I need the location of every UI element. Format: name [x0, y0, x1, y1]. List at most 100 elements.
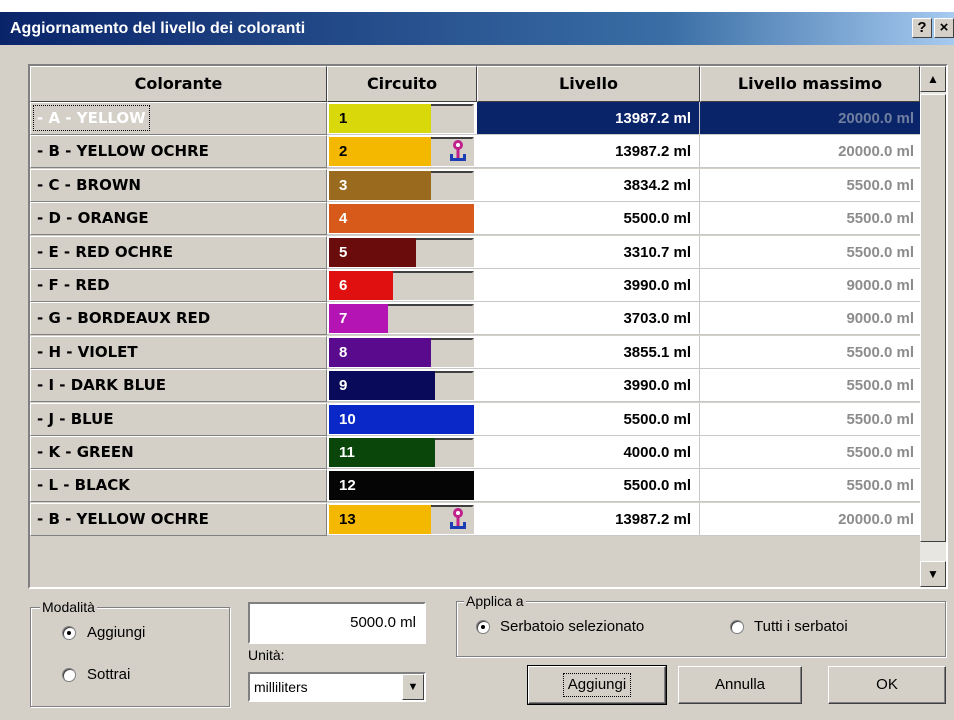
level-cell[interactable]: 5500.0 ml — [477, 469, 700, 503]
unita-select[interactable]: milliliters ▼ — [248, 672, 426, 702]
circuit-cell[interactable]: 8 — [327, 335, 477, 369]
amount-input[interactable]: 5000.0 ml — [248, 602, 426, 644]
max-level-cell: 20000.0 ml — [700, 502, 920, 536]
max-level-cell: 5500.0 ml — [700, 168, 920, 202]
colorant-name-cell[interactable]: - L - BLACK — [30, 469, 327, 503]
colorant-name-cell[interactable]: - B - YELLOW OCHRE — [30, 135, 327, 169]
radio-tutti-serbatoi-label[interactable]: Tutti i serbatoi — [754, 618, 848, 636]
pump-icon — [450, 507, 466, 529]
colorant-name-cell[interactable]: - A - YELLOW — [30, 102, 327, 135]
table-row[interactable]: - L - BLACK 12 5500.0 ml 5500.0 ml — [30, 469, 920, 503]
circuit-cell[interactable]: 7 — [327, 302, 477, 336]
colorant-name-cell[interactable]: - B - YELLOW OCHRE — [30, 502, 327, 536]
colorant-name-cell[interactable]: - G - BORDEAUX RED — [30, 302, 327, 336]
column-header-livello[interactable]: Livello — [477, 66, 700, 102]
colorant-name-cell[interactable]: - D - ORANGE — [30, 202, 327, 236]
help-button[interactable]: ? — [912, 18, 932, 38]
max-level-cell: 5500.0 ml — [700, 335, 920, 369]
unita-select-value: milliliters — [254, 679, 308, 695]
table-row[interactable]: - C - BROWN 3 3834.2 ml 5500.0 ml — [30, 168, 920, 202]
max-level-cell: 5500.0 ml — [700, 436, 920, 469]
colorant-name: - G - BORDEAUX RED — [37, 309, 211, 328]
close-button[interactable]: × — [934, 18, 954, 38]
max-level-cell: 9000.0 ml — [700, 302, 920, 336]
circuit-cell[interactable]: 11 — [327, 436, 477, 469]
level-cell[interactable]: 5500.0 ml — [477, 202, 700, 236]
colorant-name-cell[interactable]: - F - RED — [30, 269, 327, 302]
colorant-name: - D - ORANGE — [37, 209, 149, 228]
table-row[interactable]: - A - YELLOW 1 13987.2 ml 20000.0 ml — [30, 102, 920, 135]
max-level-cell: 5500.0 ml — [700, 469, 920, 503]
table-row[interactable]: - E - RED OCHRE 5 3310.7 ml 5500.0 ml — [30, 235, 920, 269]
colorant-name: - C - BROWN — [37, 175, 141, 194]
colorant-name-cell[interactable]: - C - BROWN — [30, 168, 327, 202]
level-cell[interactable]: 13987.2 ml — [477, 502, 700, 536]
level-cell[interactable]: 4000.0 ml — [477, 436, 700, 469]
colorant-name-cell[interactable]: - I - DARK BLUE — [30, 369, 327, 403]
circuit-cell[interactable]: 1 — [327, 102, 477, 135]
level-cell[interactable]: 3855.1 ml — [477, 335, 700, 369]
level-cell[interactable]: 3703.0 ml — [477, 302, 700, 336]
colorant-name-cell[interactable]: - K - GREEN — [30, 436, 327, 469]
level-cell[interactable]: 13987.2 ml — [477, 135, 700, 169]
circuit-cell[interactable]: 2 — [327, 135, 477, 169]
table-row[interactable]: - K - GREEN 11 4000.0 ml 5500.0 ml — [30, 436, 920, 469]
table-row[interactable]: - D - ORANGE 4 5500.0 ml 5500.0 ml — [30, 202, 920, 236]
table-row[interactable]: - B - YELLOW OCHRE 13 13987.2 ml 20000.0 ml — [30, 502, 920, 536]
colorant-name: - A - YELLOW — [33, 105, 150, 131]
radio-serbatoio-selezionato-label[interactable]: Serbatoio selezionato — [500, 618, 644, 636]
colorant-name: - B - YELLOW OCHRE — [37, 509, 209, 528]
column-header-colorante[interactable]: Colorante — [30, 66, 327, 102]
circuit-cell[interactable]: 13 — [327, 502, 477, 536]
radio-serbatoio-selezionato[interactable] — [476, 620, 490, 634]
vertical-scrollbar[interactable]: ▲ ▼ — [920, 66, 946, 587]
level-cell[interactable]: 3990.0 ml — [477, 369, 700, 403]
circuit-number: 8 — [339, 343, 348, 361]
table-row[interactable]: - B - YELLOW OCHRE 2 13987.2 ml 20000.0 ml — [30, 135, 920, 169]
level-cell[interactable]: 3834.2 ml — [477, 168, 700, 202]
circuit-number: 2 — [339, 143, 348, 161]
circuit-cell[interactable]: 9 — [327, 369, 477, 403]
level-cell[interactable]: 5500.0 ml — [477, 402, 700, 436]
scroll-thumb[interactable] — [920, 94, 946, 542]
table-row[interactable]: - H - VIOLET 8 3855.1 ml 5500.0 ml — [30, 335, 920, 369]
radio-aggiungi[interactable] — [62, 626, 76, 640]
circuit-number: 13 — [339, 510, 356, 528]
table-row[interactable]: - I - DARK BLUE 9 3990.0 ml 5500.0 ml — [30, 369, 920, 403]
circuit-cell[interactable]: 12 — [327, 469, 477, 503]
level-cell[interactable]: 3310.7 ml — [477, 235, 700, 269]
max-level-cell: 20000.0 ml — [700, 102, 920, 135]
circuit-number: 4 — [339, 210, 348, 228]
colorant-name-cell[interactable]: - J - BLUE — [30, 402, 327, 436]
level-cell[interactable]: 13987.2 ml — [477, 102, 700, 135]
arrow-down-icon[interactable]: ▼ — [920, 561, 946, 587]
circuit-cell[interactable]: 6 — [327, 269, 477, 302]
circuit-cell[interactable]: 3 — [327, 168, 477, 202]
table-row[interactable]: - F - RED 6 3990.0 ml 9000.0 ml — [30, 269, 920, 302]
colorant-name: - J - BLUE — [37, 409, 114, 428]
colorant-name-cell[interactable]: - H - VIOLET — [30, 335, 327, 369]
table-row[interactable]: - J - BLUE 10 5500.0 ml 5500.0 ml — [30, 402, 920, 436]
circuit-cell[interactable]: 4 — [327, 202, 477, 236]
circuit-number: 5 — [339, 243, 348, 261]
circuit-cell[interactable]: 10 — [327, 402, 477, 436]
circuit-cell[interactable]: 5 — [327, 235, 477, 269]
circuit-number: 6 — [339, 277, 348, 294]
annulla-button[interactable]: Annulla — [678, 666, 802, 704]
aggiungi-button[interactable]: Aggiungi — [527, 665, 667, 705]
radio-sottrai[interactable] — [62, 668, 76, 682]
level-cell[interactable]: 3990.0 ml — [477, 269, 700, 302]
colorant-name-cell[interactable]: - E - RED OCHRE — [30, 235, 327, 269]
radio-tutti-serbatoi[interactable] — [730, 620, 744, 634]
unita-label: Unità: — [248, 647, 285, 663]
column-header-livello-massimo[interactable]: Livello massimo — [700, 66, 920, 102]
radio-sottrai-label[interactable]: Sottrai — [87, 666, 130, 684]
column-header-circuito[interactable]: Circuito — [327, 66, 477, 102]
circuit-number: 10 — [339, 410, 356, 428]
radio-aggiungi-label[interactable]: Aggiungi — [87, 624, 145, 642]
arrow-up-icon[interactable]: ▲ — [920, 66, 946, 92]
colorant-name: - H - VIOLET — [37, 342, 138, 361]
ok-button[interactable]: OK — [828, 666, 946, 704]
chevron-down-icon[interactable]: ▼ — [402, 674, 424, 700]
table-row[interactable]: - G - BORDEAUX RED 7 3703.0 ml 9000.0 ml — [30, 302, 920, 336]
